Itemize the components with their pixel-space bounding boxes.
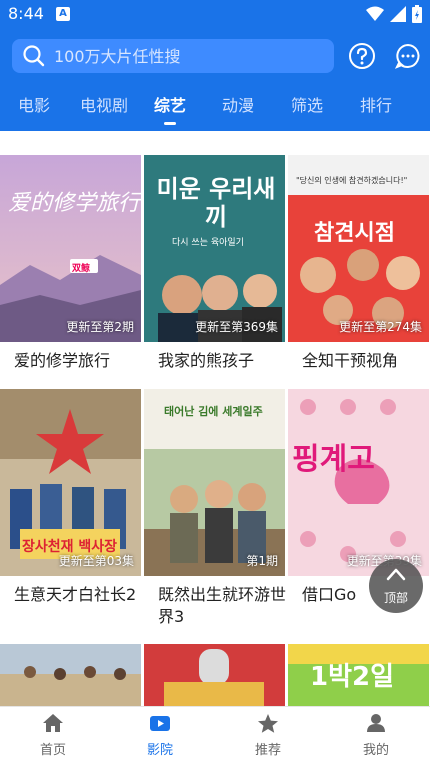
nav-recommend[interactable]: 推荐 — [228, 713, 308, 758]
poster-title: 미운 우리새끼 — [156, 175, 276, 231]
nav-home-label: 首页 — [39, 743, 66, 758]
home-icon — [43, 714, 63, 732]
poster[interactable]: 태어난 김에 세계일주 第1期 — [144, 389, 285, 576]
update-status: 更新至第369集 — [195, 320, 278, 334]
status-time: 8:44 — [8, 4, 44, 23]
poster-art — [0, 155, 141, 342]
poster-subtitle: 다시 쓰는 육아일기 — [172, 238, 244, 248]
system-icons — [366, 5, 422, 23]
active-tab-indicator — [164, 122, 176, 125]
status-bar: 8:44 A — [0, 0, 430, 30]
update-status: 更新至第274集 — [339, 320, 422, 334]
update-status: 更新至第03集 — [58, 554, 134, 568]
poster-title: 1박2일 — [310, 662, 395, 692]
poster[interactable]: 핑계고 更新至第39集 — [288, 389, 429, 576]
poster[interactable]: 장사천재 백사장 更新至第03集 — [0, 389, 141, 576]
nav-cinema[interactable]: 影院 — [120, 713, 200, 758]
show-title[interactable]: 我家的熊孩子 — [158, 350, 288, 372]
nav-home[interactable]: 首页 — [13, 713, 93, 758]
poster-title: 핑계고 — [292, 442, 375, 477]
category-tabs: 电影 电视剧 综艺 动漫 筛选 排行 — [0, 92, 430, 122]
search-box[interactable] — [12, 39, 334, 73]
poster[interactable] — [144, 644, 285, 706]
nav-profile[interactable]: 我的 — [336, 713, 416, 758]
battery-icon — [412, 5, 422, 23]
back-to-top-button[interactable]: 顶部 — [369, 559, 423, 613]
user-icon — [367, 714, 385, 732]
tab-tv-series[interactable]: 电视剧 — [80, 92, 128, 116]
star-icon — [258, 714, 278, 733]
show-title[interactable]: 既然出生就环游世界3 — [158, 584, 288, 628]
update-status: 更新至第2期 — [66, 320, 134, 334]
chevron-up-icon — [386, 568, 406, 581]
poster-title: 참견시점 — [314, 221, 395, 246]
show-title[interactable]: 爱的修学旅行 — [14, 350, 144, 372]
nav-recommend-label: 推荐 — [254, 743, 281, 758]
wifi-icon — [366, 6, 384, 21]
tab-ranking[interactable]: 排行 — [360, 92, 392, 116]
header: 8:44 A 100万大片任性搜 电影 电视剧 综艺 动漫 筛选 排行 — [0, 0, 430, 131]
search-input[interactable] — [52, 45, 326, 67]
video-play-icon — [150, 716, 170, 731]
show-title[interactable]: 生意天才白社长2 — [14, 584, 144, 606]
poster[interactable] — [0, 644, 141, 706]
poster-title: 爱的修学旅行 — [8, 191, 141, 216]
help-icon[interactable] — [348, 42, 376, 70]
message-icon[interactable] — [394, 42, 422, 70]
bottom-nav: 首页 影院 推荐 我的 — [0, 706, 430, 767]
poster[interactable]: 1박2일 — [288, 644, 429, 706]
tab-movies[interactable]: 电影 — [18, 92, 50, 116]
tab-anime[interactable]: 动漫 — [222, 92, 254, 116]
update-status: 第1期 — [246, 554, 278, 568]
poster[interactable]: 爱的修学旅行 双鲸 更新至第2期 — [0, 155, 141, 342]
tab-variety[interactable]: 综艺 — [154, 92, 186, 116]
platform-badge: 双鲸 — [72, 264, 91, 274]
poster[interactable]: 미운 우리새끼 다시 쓰는 육아일기 更新至第369集 — [144, 155, 285, 342]
poster[interactable]: "당신의 인생에 참견하겠습니다!" 참견시점 更新至第274集 — [288, 155, 429, 342]
nav-cinema-label: 影院 — [146, 743, 173, 758]
search-row — [0, 38, 430, 74]
poster-art — [0, 644, 141, 706]
back-to-top-label: 顶部 — [383, 591, 408, 605]
poster-title: 태어난 김에 세계일주 — [164, 405, 263, 418]
notification-icon: A — [56, 7, 70, 21]
search-icon — [23, 45, 45, 67]
poster-art — [144, 644, 285, 706]
signal-icon — [390, 6, 406, 22]
nav-profile-label: 我的 — [362, 743, 389, 758]
poster-art — [288, 389, 429, 576]
poster-subtitle: "당신의 인생에 참견하겠습니다!" — [296, 176, 408, 185]
tab-filter[interactable]: 筛选 — [291, 92, 323, 116]
show-title[interactable]: 全知干预视角 — [302, 350, 430, 372]
